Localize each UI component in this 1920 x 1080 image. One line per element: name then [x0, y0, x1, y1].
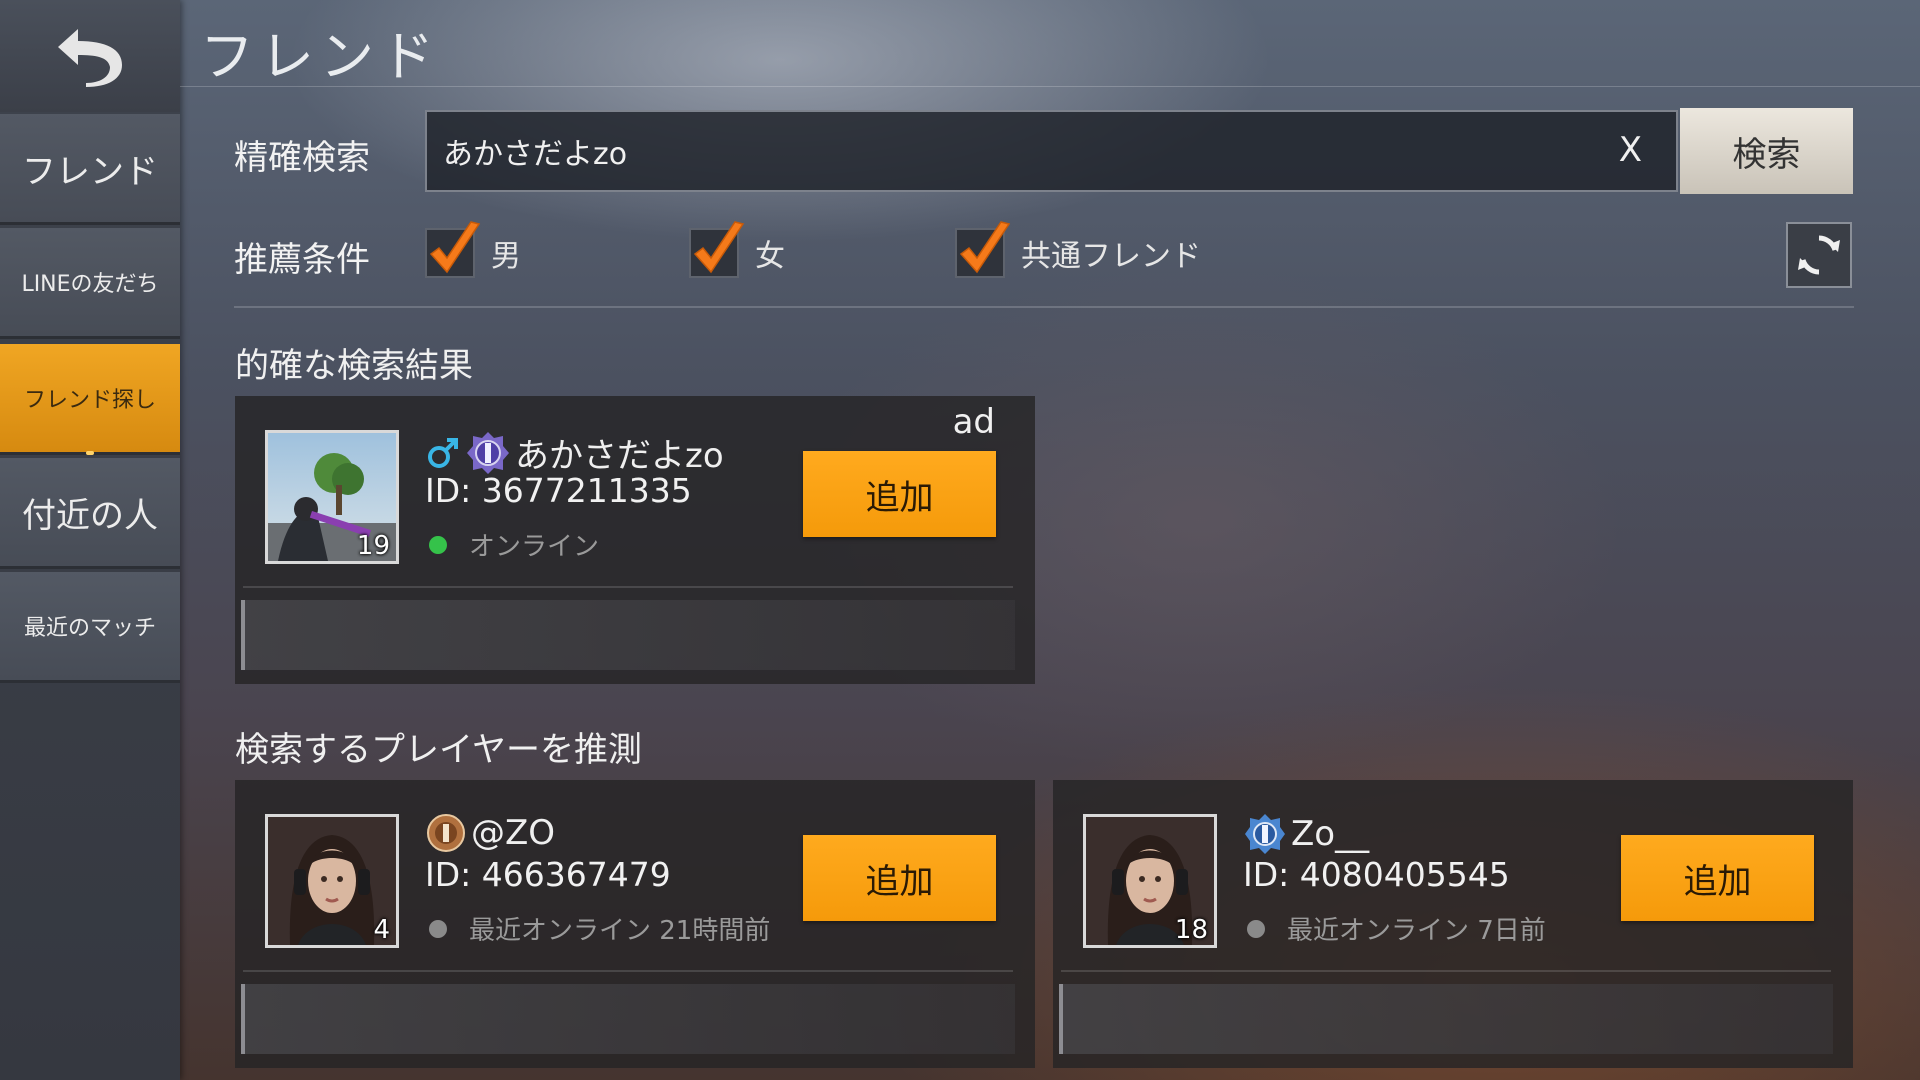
online-dot-icon	[429, 535, 447, 554]
add-friend-button[interactable]: 追加	[803, 835, 996, 921]
player-status-text: オンライン	[469, 532, 600, 562]
exact-results-title: 的確な検索結果	[235, 346, 473, 386]
player-level: 18	[1174, 915, 1208, 945]
player-status: オンライン	[429, 526, 599, 563]
search-input[interactable]	[427, 132, 1585, 170]
back-button[interactable]	[0, 0, 180, 112]
player-name: Zo__	[1291, 814, 1370, 854]
rank-badge-icon	[465, 430, 511, 476]
page-title: フレンド	[200, 25, 440, 88]
card-tray	[1059, 984, 1833, 1054]
sidebar-item-label: 付近の人	[22, 495, 158, 536]
player-id: ID: 4080405545	[1243, 855, 1510, 894]
avatar[interactable]: 4	[265, 814, 399, 948]
sidebar-item-label: フレンド	[22, 151, 158, 192]
player-name-row: あかさだよzo	[425, 428, 724, 477]
sidebar-item-label: 最近のマッチ	[23, 616, 156, 641]
filter-female-checkbox[interactable]: 女	[689, 221, 785, 278]
player-status-text: 最近オンライン 21時間前	[469, 916, 771, 946]
sidebar-item-friends[interactable]: フレンド	[0, 114, 180, 225]
checkbox-box	[955, 221, 1011, 278]
player-id: ID: 466367479	[425, 855, 671, 894]
checkbox-label: 共通フレンド	[1021, 239, 1201, 274]
title-divider	[180, 86, 1920, 87]
checkmark-icon	[429, 221, 481, 274]
checkbox-label: 女	[755, 239, 785, 274]
rank-badge-icon	[425, 812, 467, 854]
filter-label: 推薦条件	[234, 240, 370, 280]
add-friend-button[interactable]: 追加	[1621, 835, 1814, 921]
player-card: 4 @ZO ID: 466367479 最近オンライン 21時間前 追加	[235, 780, 1035, 1068]
male-icon	[425, 435, 461, 471]
checkbox-box	[689, 221, 745, 278]
add-friend-button[interactable]: 追加	[803, 451, 996, 537]
sidebar-item-line-friends[interactable]: LINEの友だち	[0, 228, 180, 339]
sidebar-item-nearby[interactable]: 付近の人	[0, 458, 180, 569]
player-name: あかさだよzo	[515, 436, 724, 476]
guess-results-title: 検索するプレイヤーを推測	[235, 730, 642, 770]
card-divider	[243, 586, 1013, 588]
avatar[interactable]: 18	[1083, 814, 1217, 948]
checkbox-label: 男	[491, 239, 521, 274]
offline-dot-icon	[429, 919, 447, 938]
sidebar-item-label: フレンド探し	[23, 388, 156, 413]
sidebar: フレンド LINEの友だち フレンド探し 付近の人 最近のマッチ	[0, 0, 180, 1080]
offline-dot-icon	[1247, 919, 1265, 938]
clear-button[interactable]: X	[1619, 130, 1642, 170]
player-card: 18 Zo__ ID: 4080405545 最近オンライン 7日前 追加	[1053, 780, 1853, 1068]
player-tag: ad	[952, 402, 995, 442]
filter-divider	[234, 306, 1854, 308]
checkmark-icon	[959, 221, 1011, 274]
rank-badge-icon	[1243, 812, 1287, 856]
refresh-icon	[1798, 235, 1840, 275]
filter-mutual-friends-checkbox[interactable]: 共通フレンド	[955, 221, 1201, 278]
player-id: ID: 3677211335	[425, 471, 692, 510]
search-button[interactable]: 検索	[1680, 108, 1853, 194]
player-name-row: Zo__	[1243, 812, 1369, 856]
refresh-button[interactable]	[1786, 222, 1852, 288]
search-box: X	[425, 110, 1678, 192]
avatar[interactable]: 19	[265, 430, 399, 564]
filter-male-checkbox[interactable]: 男	[425, 221, 521, 278]
player-status: 最近オンライン 7日前	[1247, 910, 1546, 947]
player-level: 4	[373, 915, 390, 945]
player-name: @ZO	[471, 813, 556, 853]
card-tray	[241, 984, 1015, 1054]
sidebar-item-find-friends[interactable]: フレンド探し	[0, 344, 180, 455]
search-label: 精確検索	[234, 138, 370, 178]
player-status-text: 最近オンライン 7日前	[1287, 916, 1546, 946]
card-divider	[243, 970, 1013, 972]
card-divider	[1061, 970, 1831, 972]
checkbox-box	[425, 221, 481, 278]
player-card: 19 あかさだよzo ID: 3677211335 オンライン ad 追加	[235, 396, 1035, 684]
checkmark-icon	[693, 221, 745, 274]
back-arrow-icon	[58, 29, 122, 87]
player-name-row: @ZO	[425, 812, 555, 854]
sidebar-item-recent-matches[interactable]: 最近のマッチ	[0, 572, 180, 683]
card-tray	[241, 600, 1015, 670]
sidebar-item-label: LINEの友だち	[21, 272, 159, 297]
player-status: 最近オンライン 21時間前	[429, 910, 770, 947]
player-level: 19	[356, 531, 390, 561]
